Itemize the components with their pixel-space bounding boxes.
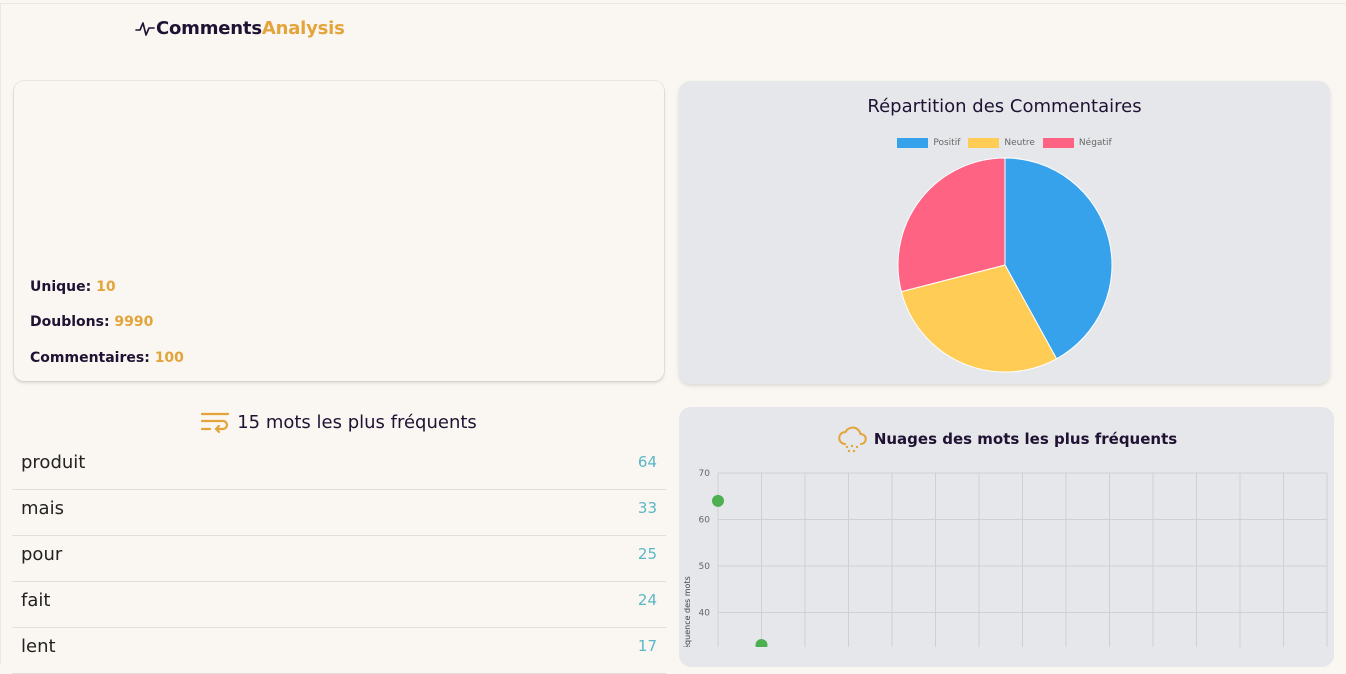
scatter-point[interactable]: [755, 639, 768, 647]
word-text: pour: [21, 544, 63, 565]
word-frequency-scatter: 70 60 50 40 Fréquence des mots: [682, 469, 1328, 647]
y-axis-label: Fréquence des mots: [682, 576, 692, 647]
word-count: 24: [637, 591, 657, 609]
stat-unique: Unique: 10: [30, 279, 116, 295]
y-tick-label: 70: [699, 469, 711, 479]
word-row[interactable]: produit 64: [12, 444, 666, 490]
y-tick-label: 40: [699, 609, 711, 619]
word-row[interactable]: mais 33: [12, 490, 666, 536]
stat-unique-value: 10: [96, 279, 116, 295]
stat-doublons: Doublons: 9990: [30, 314, 153, 330]
word-row[interactable]: pour 25: [12, 536, 666, 582]
scatter-point[interactable]: [712, 494, 724, 507]
y-tick-label: 50: [699, 562, 711, 572]
stat-unique-label: Unique:: [30, 279, 92, 295]
brand-name-part1: Comments: [156, 18, 262, 39]
stat-comments: Commentaires: 100: [30, 350, 184, 366]
word-text: mais: [21, 498, 64, 519]
brand-logo[interactable]: Comments Analysis: [135, 18, 345, 39]
y-tick-label: 60: [699, 516, 711, 526]
word-text: produit: [21, 452, 86, 473]
word-count: 25: [637, 545, 657, 563]
word-text: fait: [21, 590, 51, 611]
stat-comments-label: Commentaires:: [30, 350, 150, 366]
word-row[interactable]: fait 24: [12, 582, 666, 628]
sentiment-pie-card: Répartition des Commentaires Positif Neu…: [679, 81, 1330, 384]
pie-chart: [897, 157, 1113, 373]
wrap-text-icon: [201, 412, 230, 433]
word-count: 64: [637, 453, 657, 471]
top-words-title: 15 mots les plus fréquents: [12, 411, 666, 433]
word-count: 17: [637, 637, 657, 655]
brand-name-part2: Analysis: [261, 18, 345, 39]
word-row[interactable]: lent 17: [12, 628, 666, 674]
word-count: 33: [637, 499, 657, 517]
word-cloud-card: Nuages des mots les plus fréquents 70 60 5…: [679, 407, 1334, 667]
word-list: produit 64 mais 33 pour 25 fait 24 lent 17: [12, 444, 666, 674]
stats-card: Unique: 10 Doublons: 9990 Commentaires: …: [14, 81, 664, 381]
top-words-title-text: 15 mots les plus fréquents: [237, 411, 477, 433]
stat-doublons-value: 9990: [114, 314, 154, 330]
stat-doublons-label: Doublons:: [30, 314, 110, 330]
stat-comments-value: 100: [154, 350, 184, 366]
pulse-icon: [135, 21, 155, 36]
